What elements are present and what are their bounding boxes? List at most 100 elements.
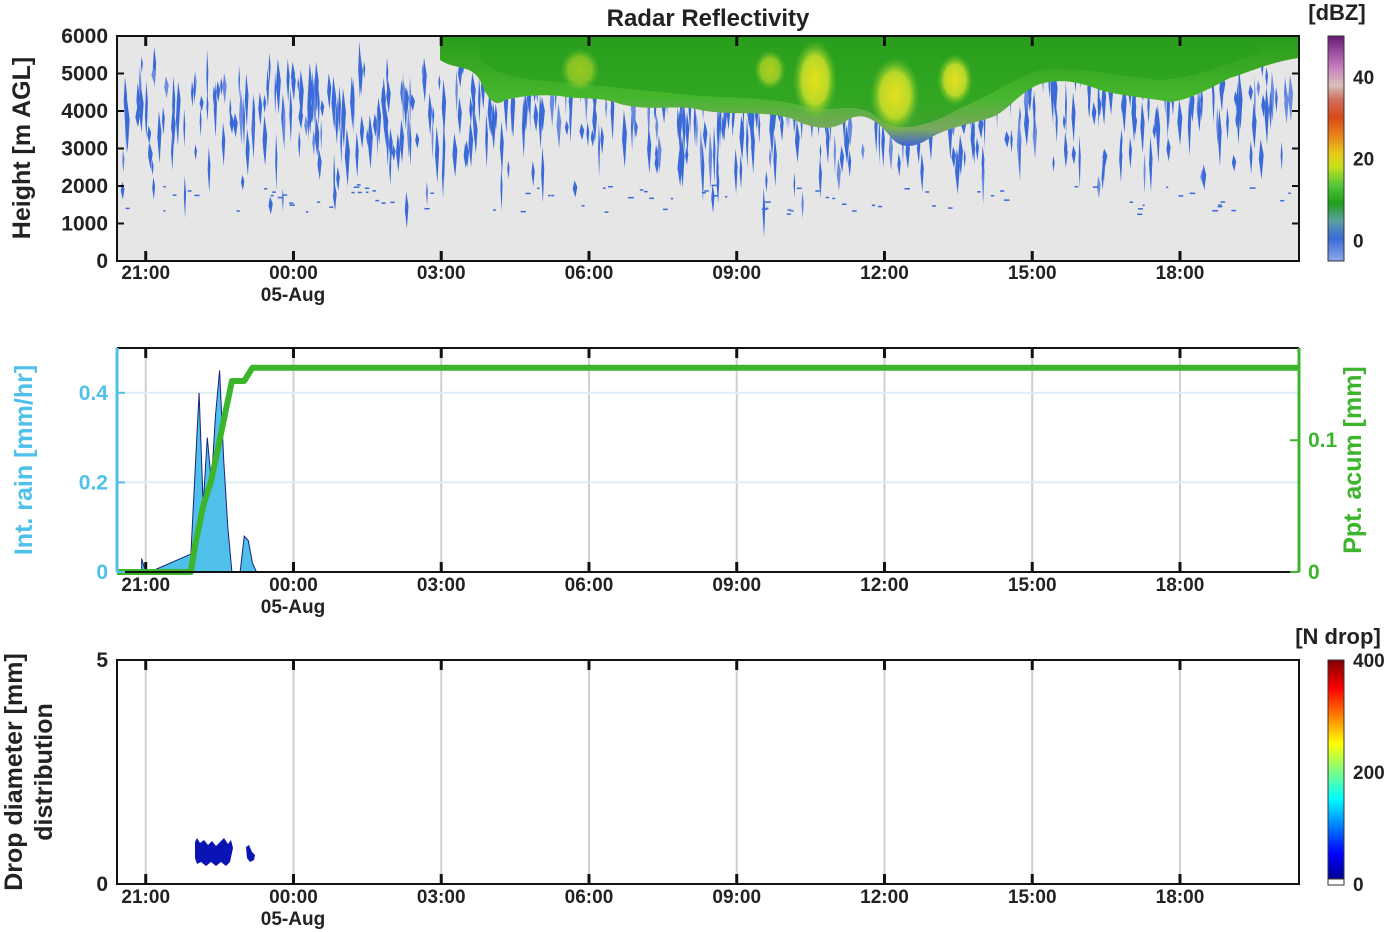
panel-rain-intensity: Int. rain [mm/hr] Ppt. acum [mm] 0 0.2 0.4… [10, 347, 1367, 618]
x-tick-label: 03:00 [417, 575, 466, 596]
echo-speck [977, 191, 981, 193]
echo-speck [372, 190, 377, 192]
x-tick-labels: 21:00 00:00 03:00 06:00 09:00 12:00 15:00 18:00 [121, 575, 1204, 596]
echo-speck [492, 209, 496, 211]
echo-speck [282, 194, 288, 196]
x-tick-label: 09:00 [712, 887, 761, 908]
echo-speck [163, 185, 166, 188]
x-tick-label: 18:00 [1156, 887, 1205, 908]
x-tick-label: 15:00 [1008, 887, 1057, 908]
echo-speck [628, 196, 634, 199]
echo-speck [815, 190, 820, 192]
y-tick-label: 0.1 [1308, 429, 1338, 452]
x-date-label: 05-Aug [261, 285, 325, 306]
echo-speck [525, 192, 531, 195]
echo-speck [878, 205, 883, 208]
x-tick-label: 15:00 [1008, 575, 1057, 596]
reflectivity-maximum [754, 50, 786, 90]
echo-speck [520, 210, 526, 213]
echo-speck [365, 191, 369, 194]
echo-speck [364, 187, 370, 190]
colorbar-tick-label: 20 [1353, 150, 1374, 171]
echo-speck [713, 194, 718, 197]
echo-speck [264, 188, 268, 190]
echo-speck [790, 210, 794, 212]
y-tick-label: 1000 [61, 213, 108, 236]
dsd-patch [195, 838, 233, 866]
x-tick-label: 06:00 [565, 263, 614, 284]
echo-speck [761, 208, 768, 211]
echo-speck [272, 191, 276, 193]
echo-speck [1218, 204, 1222, 206]
echo-speck [551, 194, 555, 197]
y-axis-label: Height [m AGL] [8, 57, 36, 239]
left-y-axis-label: Int. rain [mm/hr] [10, 365, 38, 555]
y-axis-label-line2: distribution [30, 703, 58, 840]
echo-speck [1249, 187, 1256, 189]
rain-intensity-area [141, 370, 258, 573]
dsd-patch [246, 845, 255, 862]
echo-speck [1178, 195, 1184, 197]
x-tick-labels: 21:00 00:00 03:00 06:00 09:00 12:00 15:00 18:00 [121, 263, 1204, 284]
x-tick-label: 00:00 [269, 263, 318, 284]
x-tick-label: 12:00 [860, 575, 909, 596]
echo-speck [375, 199, 380, 202]
echo-speck [1074, 185, 1079, 188]
reflectivity-maximum [793, 40, 837, 120]
x-tick-label: 18:00 [1156, 263, 1205, 284]
y-tick-label: 0 [1308, 561, 1320, 584]
ndrop-colorbar [1327, 659, 1345, 881]
echo-speck [643, 190, 648, 193]
echo-speck [904, 188, 911, 190]
y-tick-label: 0.2 [79, 471, 108, 494]
echo-speck [125, 207, 130, 210]
echo-speck [1217, 205, 1223, 208]
echo-speck [172, 194, 177, 196]
echo-speck [1166, 186, 1169, 189]
echo-speck [547, 194, 551, 197]
echo-speck [670, 197, 674, 200]
echo-speck [1129, 201, 1133, 203]
y-tick-label: 5000 [61, 63, 108, 86]
echo-speck [786, 213, 791, 215]
chart-title: Radar Reflectivity [607, 5, 810, 32]
echo-speck [871, 204, 876, 207]
echo-speck [796, 187, 802, 190]
x-tick-label: 21:00 [121, 575, 170, 596]
right-y-tick-labels: 00.1 [1290, 429, 1338, 584]
x-tick-label: 15:00 [1008, 263, 1057, 284]
echo-speck [932, 205, 936, 207]
echo-speck [925, 191, 930, 193]
echo-speck [289, 202, 294, 204]
echo-speck [1003, 199, 1010, 201]
echo-speck [1189, 192, 1196, 195]
echo-speck [1231, 209, 1236, 212]
echo-speck [194, 194, 200, 197]
y-tick-label: 6000 [61, 25, 108, 48]
echo-speck [1138, 208, 1143, 210]
y-tick-label: 0 [96, 873, 108, 896]
y-tick-label: 0.4 [79, 382, 109, 405]
echo-speck [639, 189, 644, 191]
x-tick-label: 00:00 [269, 887, 318, 908]
y-tick-labels: 05 [96, 649, 124, 896]
echo-speck [270, 194, 274, 197]
echo-speck [305, 211, 309, 213]
colorbar-title: [N drop] [1295, 624, 1381, 649]
echo-speck [1212, 210, 1219, 212]
echo-speck [356, 184, 361, 186]
echo-speck [357, 191, 362, 194]
colorbar-tick-label: 200 [1353, 763, 1385, 784]
x-tick-label: 03:00 [417, 263, 466, 284]
x-tick-label: 21:00 [121, 263, 170, 284]
colorbar-title: [dBZ] [1308, 0, 1365, 25]
colorbar-tick-labels: 0 200 400 [1353, 651, 1385, 896]
colorbar-tick-label: 400 [1353, 651, 1385, 672]
echo-speck [663, 208, 668, 211]
echo-speck [948, 207, 953, 209]
echo-speck [430, 192, 434, 195]
echo-speck [851, 210, 857, 212]
echo-speck [1092, 186, 1098, 188]
echo-speck [701, 191, 706, 194]
echo-speck [704, 190, 709, 192]
